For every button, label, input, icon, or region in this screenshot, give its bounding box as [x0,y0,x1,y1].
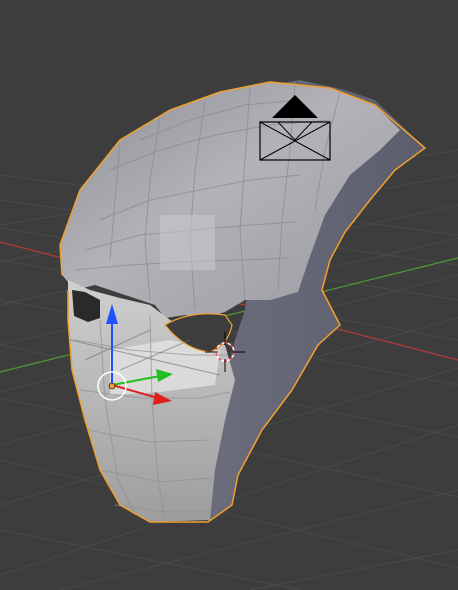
viewport-canvas[interactable] [0,0,458,590]
3d-viewport[interactable] [0,0,458,590]
mask-mesh[interactable] [59,80,427,523]
highlight-facet [160,215,215,270]
object-origin [108,382,116,390]
